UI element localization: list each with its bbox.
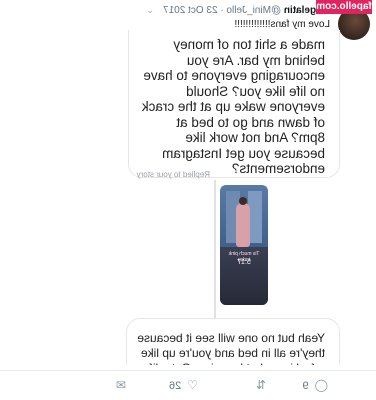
like-count: 26 (168, 380, 182, 392)
story-door (248, 191, 262, 243)
story-thumbnail[interactable]: Tis much pink today 5:17 (220, 185, 268, 305)
dm-bubble-1: made a shit ton of money behind my bar. … (128, 30, 340, 178)
mirrored-tweet: all gelatin @Mini_Jello · 23 Oct 2017 ⌄ … (0, 0, 376, 400)
like-icon: ♡ (187, 378, 198, 392)
reply-button[interactable]: ◯9 (302, 378, 328, 392)
story-figure-head (239, 197, 247, 205)
message-icon: ✉ (115, 378, 126, 392)
story-time: 5:17 (237, 259, 251, 266)
dm-message-2: Yeah but no one will see it because they… (137, 331, 325, 365)
tweet-header: all gelatin @Mini_Jello · 23 Oct 2017 ⌄ (146, 5, 330, 17)
chevron-down-icon[interactable]: ⌄ (146, 5, 154, 16)
story-figure (236, 203, 250, 247)
dm-screenshot: made a shit ton of money behind my bar. … (20, 30, 340, 365)
handle[interactable]: @Mini_Jello (226, 5, 281, 16)
reply-count: 9 (302, 380, 309, 392)
divider (0, 370, 376, 371)
watermark: fapello.com (316, 0, 372, 14)
reply-line (214, 180, 216, 340)
dm-bubble-2: Yeah but no one will see it because they… (126, 318, 340, 365)
replied-label: Replied to your story (136, 170, 210, 179)
tweet-date[interactable]: · 23 Oct 2017 (163, 5, 224, 16)
like-button[interactable]: ♡ 26 (169, 378, 198, 392)
retweet-button[interactable]: ⇅ (250, 378, 266, 392)
tweet-actions: ◯9 ⇅ ♡26 ✉ (36, 378, 336, 394)
retweet-icon: ⇅ (255, 378, 266, 392)
dm-message-1: made a shit ton of money behind my bar. … (141, 37, 325, 176)
reply-icon: ◯ (314, 378, 328, 392)
message-button[interactable]: ✉ (110, 378, 126, 392)
